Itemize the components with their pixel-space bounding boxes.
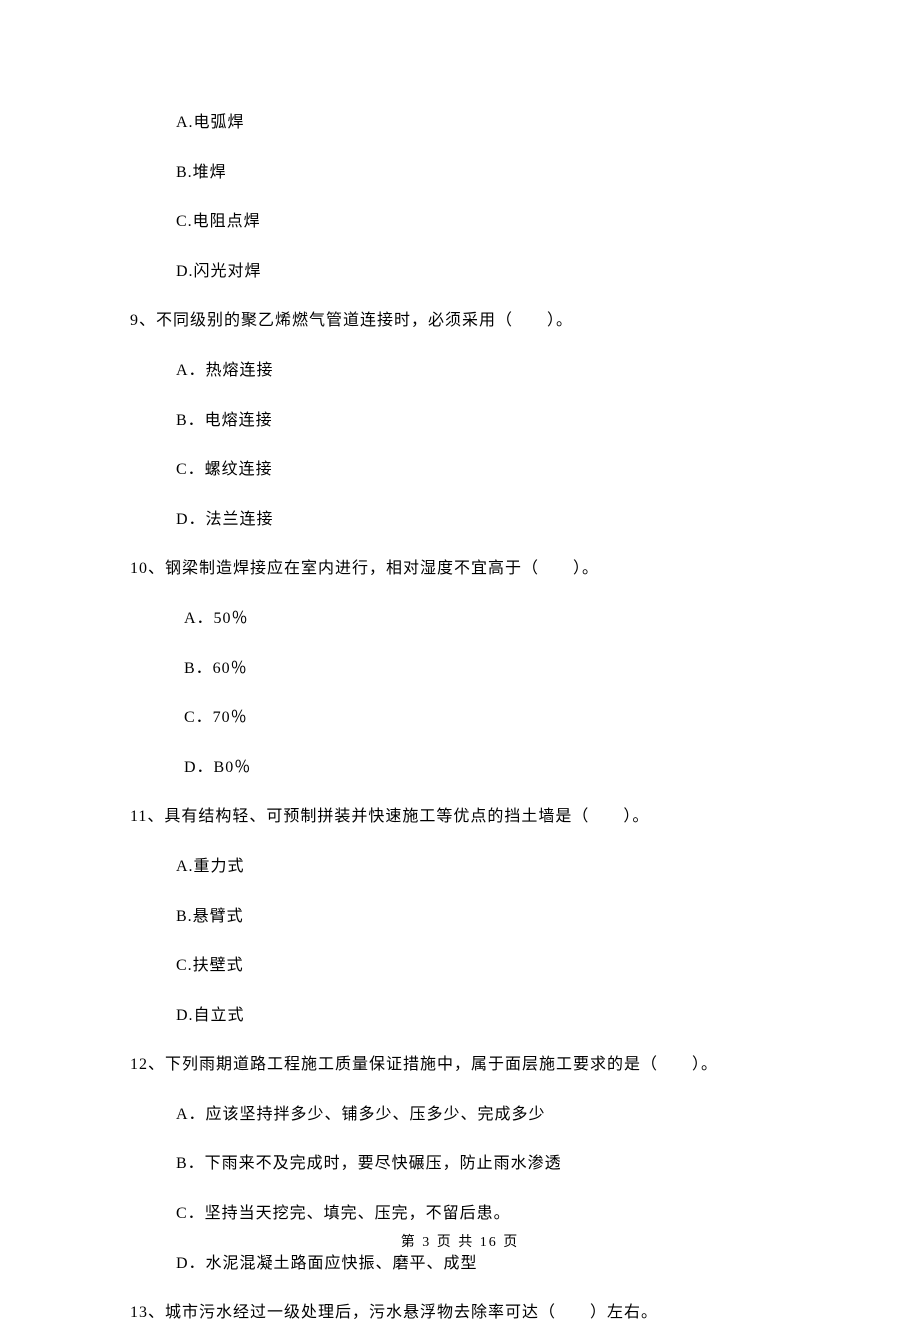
q8-option-a: A.电弧焊: [130, 110, 790, 136]
q9-option-c: C．螺纹连接: [130, 457, 790, 483]
q9-option-b: B．电熔连接: [130, 408, 790, 434]
question-10: 10、钢梁制造焊接应在室内进行，相对湿度不宜高于（ ）。: [130, 556, 790, 582]
q12-option-d: D．水泥混凝土路面应快振、磨平、成型: [130, 1251, 790, 1277]
q11-option-a: A.重力式: [130, 854, 790, 880]
question-9: 9、不同级别的聚乙烯燃气管道连接时，必须采用（ ）。: [130, 308, 790, 334]
q11-option-b: B.悬臂式: [130, 904, 790, 930]
question-11: 11、具有结构轻、可预制拼装并快速施工等优点的挡土墙是（ ）。: [130, 804, 790, 830]
q12-option-a: A．应该坚持拌多少、铺多少、压多少、完成多少: [130, 1102, 790, 1128]
q10-option-a: A．50％: [130, 606, 790, 632]
q9-option-a: A．热熔连接: [130, 358, 790, 384]
q9-option-d: D．法兰连接: [130, 507, 790, 533]
q10-option-c: C．70％: [130, 705, 790, 731]
q8-option-d: D.闪光对焊: [130, 259, 790, 285]
q12-option-b: B．下雨来不及完成时，要尽快碾压，防止雨水渗透: [130, 1151, 790, 1177]
question-12: 12、下列雨期道路工程施工质量保证措施中，属于面层施工要求的是（ ）。: [130, 1052, 790, 1078]
q8-option-b: B.堆焊: [130, 160, 790, 186]
question-13: 13、城市污水经过一级处理后，污水悬浮物去除率可达（ ）左右。: [130, 1300, 790, 1326]
q10-option-b: B．60％: [130, 656, 790, 682]
q8-option-c: C.电阻点焊: [130, 209, 790, 235]
document-content: A.电弧焊 B.堆焊 C.电阻点焊 D.闪光对焊 9、不同级别的聚乙烯燃气管道连…: [0, 0, 920, 1326]
q12-option-c: C．坚持当天挖完、填完、压完，不留后患。: [130, 1201, 790, 1227]
q11-option-d: D.自立式: [130, 1003, 790, 1029]
page-footer: 第 3 页 共 16 页: [0, 1232, 920, 1254]
q11-option-c: C.扶壁式: [130, 953, 790, 979]
q10-option-d: D．B0％: [130, 755, 790, 781]
